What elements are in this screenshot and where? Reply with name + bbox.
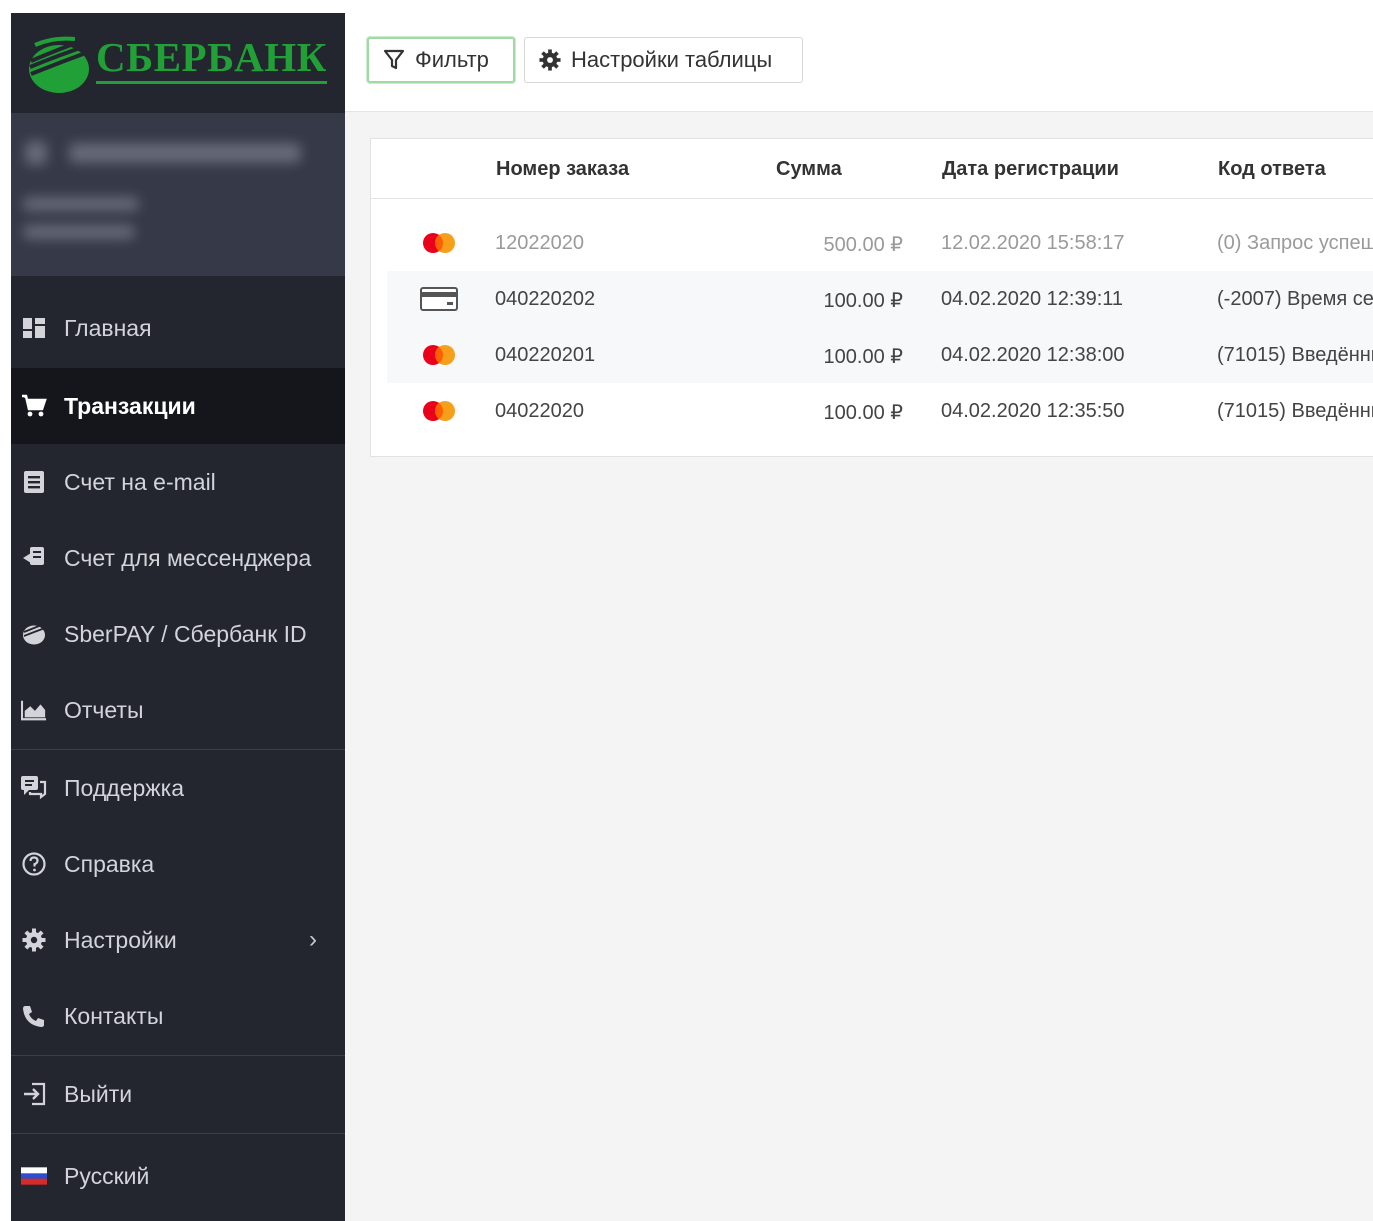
sidebar-item-label: Русский	[64, 1162, 150, 1189]
sidebar-item-label: Настройки	[64, 926, 177, 953]
gear-icon	[21, 927, 47, 953]
order-sum: 100.00 ₽	[823, 290, 903, 312]
order-number: 12022020	[495, 232, 584, 254]
gear-icon	[539, 49, 561, 71]
sidebar: СБЕРБАНК Главная Транзакции Счет на e-ma…	[11, 13, 345, 1221]
column-header-sum[interactable]: Сумма	[776, 158, 842, 181]
messenger-invoice-icon	[21, 545, 47, 571]
column-header-response-code[interactable]: Код ответа	[1218, 158, 1326, 181]
sidebar-item-label: Контакты	[64, 1002, 164, 1029]
main-content: Фильтр Настройки таблицы Номер заказа Су…	[345, 0, 1373, 1221]
response-code: (-2007) Время сессии истекло	[1217, 288, 1373, 310]
sidebar-item-reports[interactable]: Отчеты	[11, 672, 345, 748]
table-settings-button[interactable]: Настройки таблицы	[524, 37, 803, 83]
cart-icon	[21, 393, 47, 419]
response-code: (71015) Введённые данные	[1217, 344, 1373, 366]
sidebar-item-home[interactable]: Главная	[11, 290, 345, 366]
sber-icon	[21, 621, 47, 647]
sidebar-item-contacts[interactable]: Контакты	[11, 978, 345, 1054]
sidebar-item-label: Отчеты	[64, 696, 144, 723]
sidebar-item-label: SberPAY / Сбербанк ID	[64, 620, 307, 647]
sidebar-item-label: Транзакции	[64, 392, 196, 419]
sidebar-item-email-invoice[interactable]: Счет на e-mail	[11, 444, 345, 520]
order-number: 040220201	[495, 344, 596, 366]
chevron-right-icon: ›	[309, 926, 317, 953]
response-code: (71015) Введённые данные	[1217, 400, 1373, 422]
table-row[interactable]: 04022020 100.00 ₽ 04.02.2020 12:35:50 (7…	[387, 383, 1373, 439]
sidebar-item-label: Счет на e-mail	[64, 468, 216, 495]
mastercard-icon	[423, 401, 455, 421]
sidebar-item-transactions[interactable]: Транзакции	[11, 368, 345, 444]
russia-flag-icon	[21, 1163, 47, 1189]
sidebar-item-logout[interactable]: Выйти	[11, 1056, 345, 1132]
sidebar-item-settings[interactable]: Настройки ›	[11, 902, 345, 978]
registration-date: 12.02.2020 15:58:17	[941, 232, 1125, 254]
sidebar-item-language[interactable]: Русский	[11, 1138, 345, 1214]
response-code: (0) Запрос успешно обработан	[1217, 232, 1373, 254]
sidebar-item-label: Справка	[64, 850, 155, 877]
sidebar-item-label: Выйти	[64, 1080, 133, 1107]
mastercard-icon	[423, 345, 455, 365]
user-profile[interactable]	[11, 113, 345, 276]
area-chart-icon	[21, 697, 47, 723]
help-icon	[21, 851, 47, 877]
table-row[interactable]: 040220202 100.00 ₽ 04.02.2020 12:39:11 (…	[387, 271, 1373, 327]
registration-date: 04.02.2020 12:38:00	[941, 344, 1125, 366]
sberbank-logo-icon	[29, 36, 92, 93]
mastercard-icon	[423, 233, 455, 253]
sidebar-item-help[interactable]: Справка	[11, 826, 345, 902]
transactions-table: Номер заказа Сумма Дата регистрации Код …	[370, 138, 1373, 457]
invoice-icon	[21, 469, 47, 495]
sberbank-logo[interactable]: СБЕРБАНК	[11, 13, 345, 113]
order-sum: 100.00 ₽	[823, 346, 903, 368]
phone-icon	[21, 1003, 47, 1029]
dashboard-icon	[21, 315, 47, 341]
sidebar-item-label: Счет для мессенджера	[64, 544, 312, 571]
column-header-order[interactable]: Номер заказа	[496, 158, 629, 181]
filter-button[interactable]: Фильтр	[367, 37, 515, 83]
logout-icon	[21, 1081, 47, 1107]
order-sum: 100.00 ₽	[823, 402, 903, 424]
registration-date: 04.02.2020 12:39:11	[941, 288, 1124, 310]
filter-button-label: Фильтр	[415, 47, 489, 72]
filter-icon	[383, 49, 405, 71]
order-number: 04022020	[495, 400, 584, 422]
toolbar: Фильтр Настройки таблицы	[345, 0, 1373, 112]
sidebar-item-sberpay[interactable]: SberPAY / Сбербанк ID	[11, 596, 345, 672]
brand-name: СБЕРБАНК	[96, 35, 327, 84]
sidebar-item-label: Главная	[64, 314, 152, 341]
table-header: Номер заказа Сумма Дата регистрации Код …	[371, 139, 1373, 199]
support-chat-icon	[21, 775, 47, 801]
order-sum: 500.00 ₽	[823, 234, 903, 256]
sidebar-item-support[interactable]: Поддержка	[11, 750, 345, 826]
card-icon	[420, 287, 458, 311]
sidebar-item-label: Поддержка	[64, 774, 184, 801]
table-settings-button-label: Настройки таблицы	[571, 47, 773, 72]
table-row[interactable]: 040220201 100.00 ₽ 04.02.2020 12:38:00 (…	[387, 327, 1373, 383]
sidebar-item-messenger-invoice[interactable]: Счет для мессенджера	[11, 520, 345, 596]
sidebar-divider	[11, 1133, 345, 1134]
table-row[interactable]: 12022020 500.00 ₽ 12.02.2020 15:58:17 (0…	[387, 215, 1373, 271]
registration-date: 04.02.2020 12:35:50	[941, 400, 1125, 422]
column-header-date[interactable]: Дата регистрации	[942, 158, 1119, 181]
order-number: 040220202	[495, 288, 596, 310]
